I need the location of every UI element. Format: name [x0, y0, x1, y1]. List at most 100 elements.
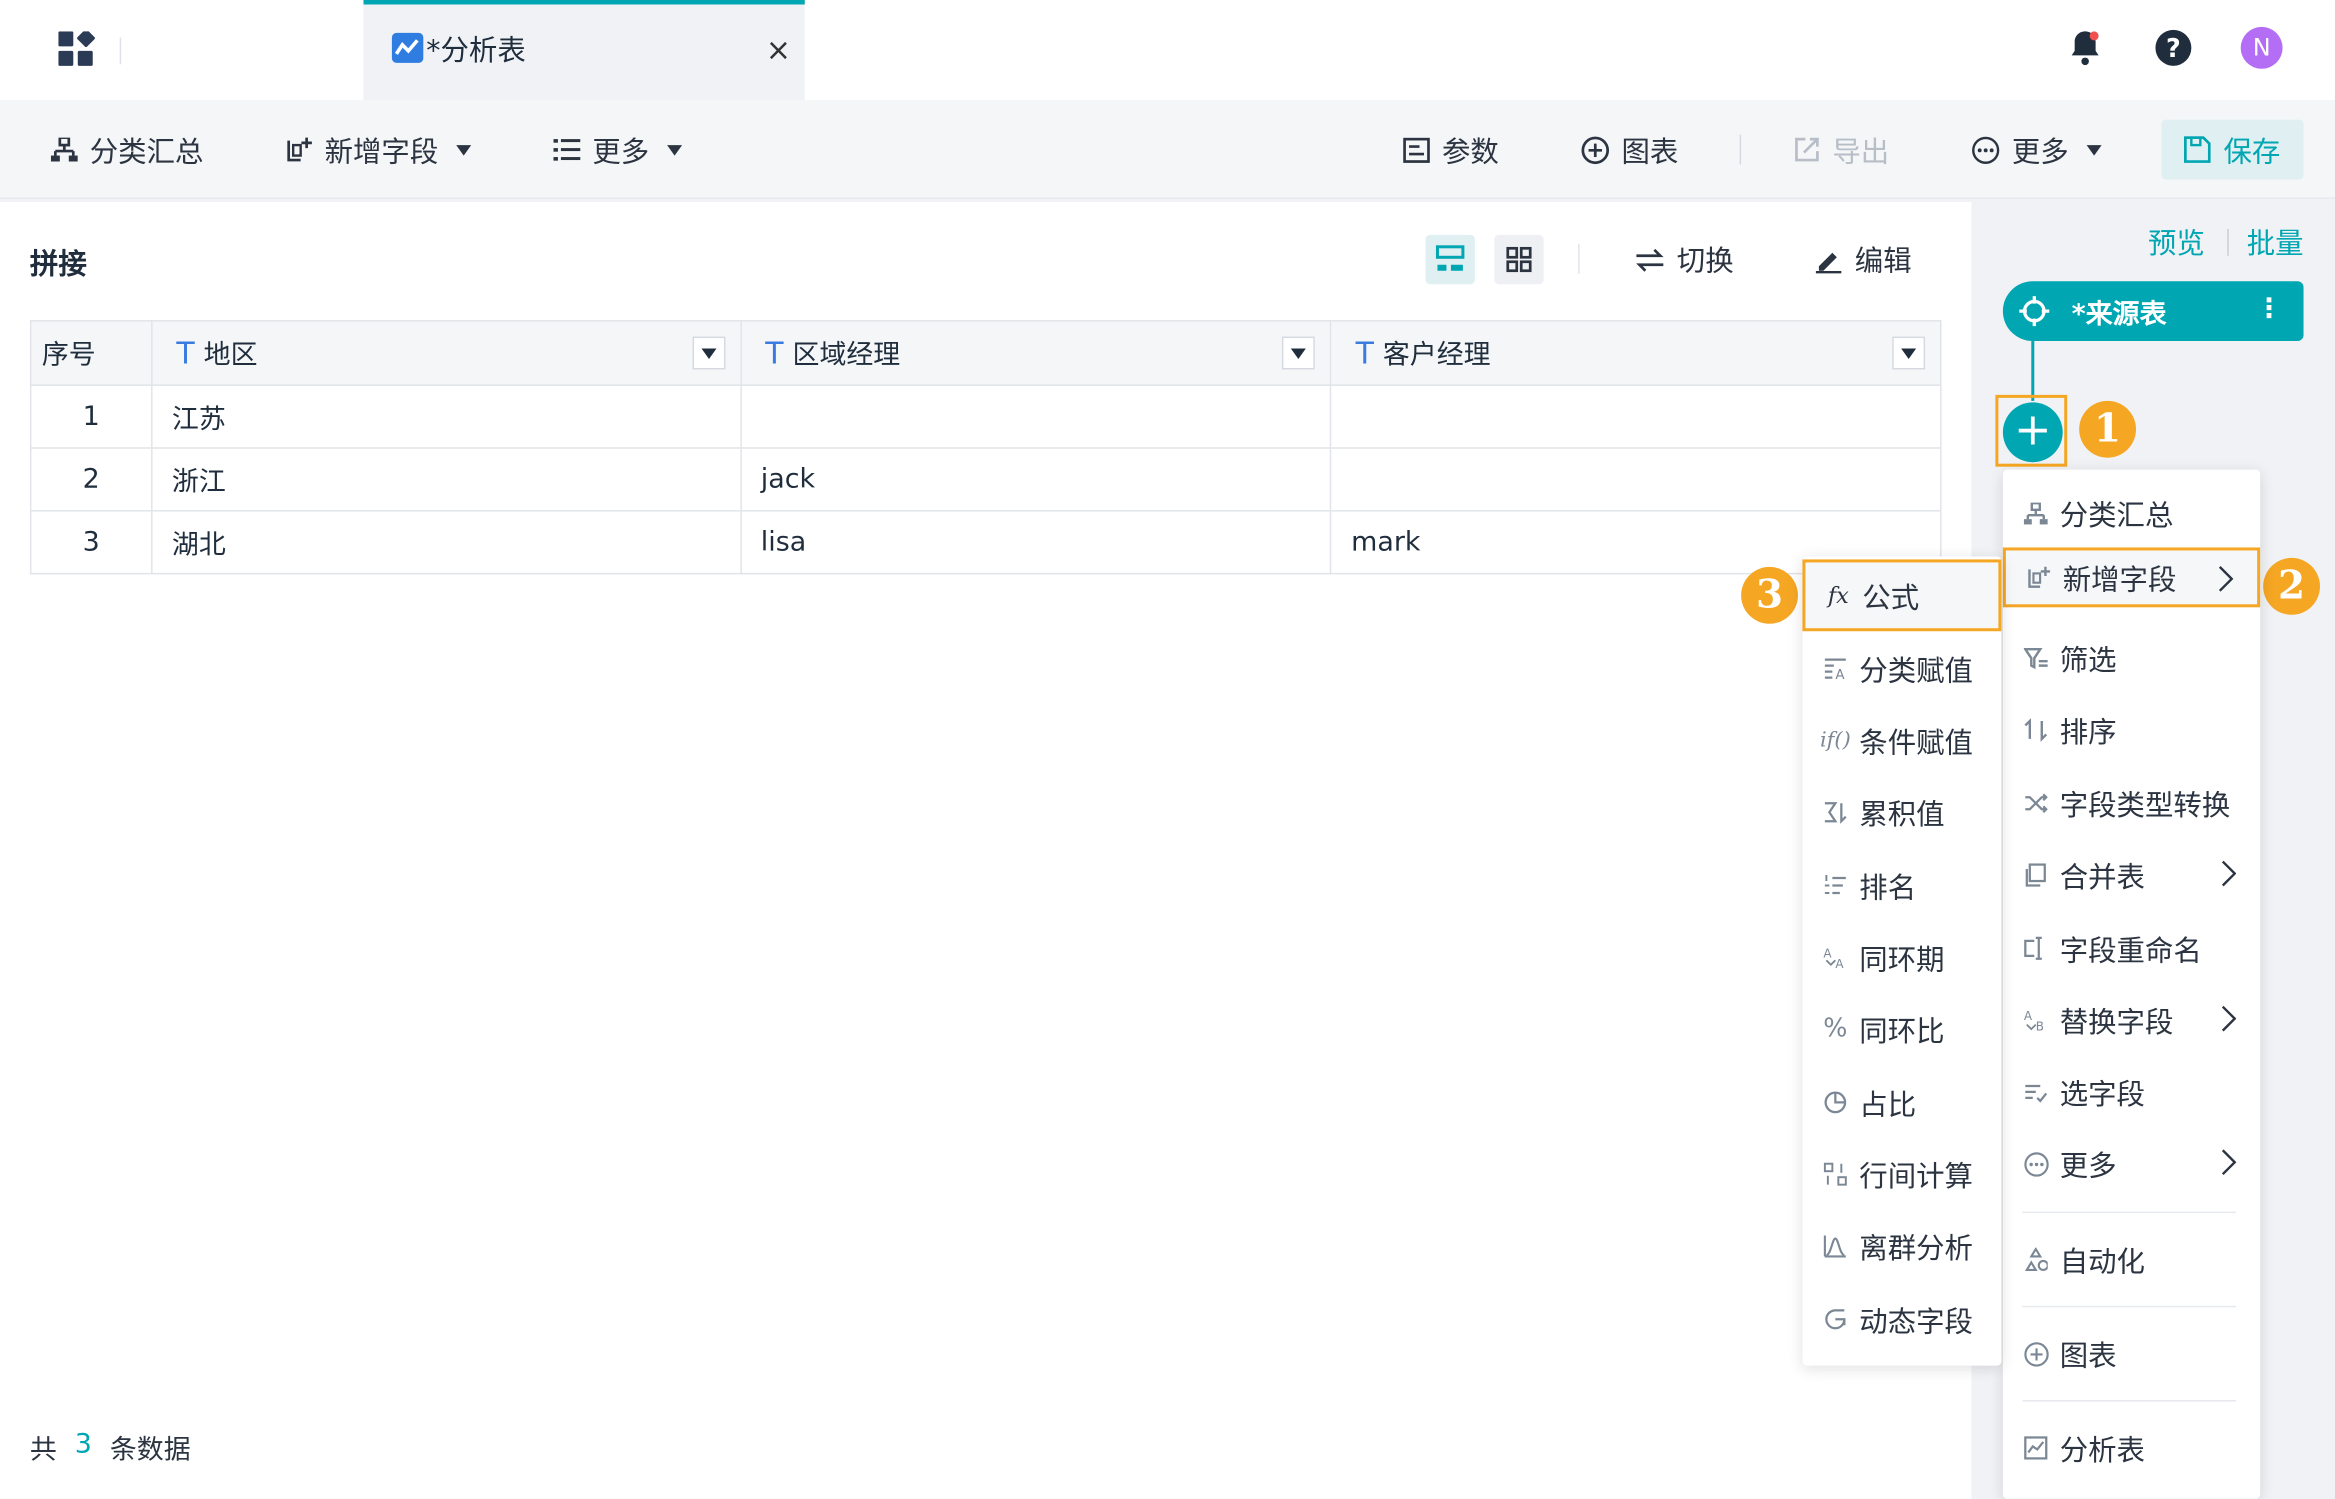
- chevron-right-icon: [2221, 1005, 2237, 1032]
- submenu-item-formula[interactable]: fx 公式: [1802, 559, 2002, 632]
- more-menu-button[interactable]: 更多: [553, 129, 683, 171]
- svg-text:A: A: [1835, 957, 1844, 969]
- caret-down-icon: [456, 144, 472, 155]
- menu-item-field-type-convert[interactable]: 字段类型转换: [2003, 773, 2260, 833]
- chevron-right-icon: [2221, 1149, 2237, 1176]
- table-cell: 3: [29, 510, 153, 575]
- menu-item-group-summary[interactable]: 分类汇总: [2003, 483, 2260, 543]
- outlier-icon: [1822, 1233, 1849, 1260]
- submenu-item-row-calc[interactable]: 行间计算: [1802, 1144, 2001, 1204]
- menu-item-replace-field[interactable]: AB 替换字段: [2003, 990, 2260, 1050]
- submenu-item-period-ratio[interactable]: % 同环比: [1802, 999, 2001, 1059]
- more-vertical-icon[interactable]: ⋮: [2256, 293, 2283, 324]
- submenu-item-dynamic-field[interactable]: 动态字段: [1802, 1289, 2001, 1349]
- bell-icon[interactable]: [2067, 28, 2103, 67]
- menu-divider: [2022, 1400, 2237, 1402]
- menu-item-chart[interactable]: 图表: [2003, 1324, 2260, 1384]
- column-dropdown-button[interactable]: [691, 336, 725, 370]
- line-chart-icon: [391, 32, 424, 63]
- submenu-item-condition-assign[interactable]: if() 条件赋值: [1802, 711, 2001, 771]
- menu-item-more[interactable]: 更多: [2003, 1134, 2260, 1194]
- submenu-item-proportion[interactable]: 占比: [1802, 1072, 2001, 1132]
- save-button[interactable]: 保存: [2161, 119, 2304, 180]
- svg-text:?: ?: [2166, 33, 2181, 63]
- menu-item-merge-table[interactable]: 合并表: [2003, 845, 2260, 905]
- table-cell: jack: [739, 447, 1332, 512]
- menu-item-filter[interactable]: 筛选: [2003, 628, 2260, 688]
- percent-icon: %: [1823, 1014, 1848, 1045]
- top-bar: [0, 0, 2335, 101]
- submenu-item-period[interactable]: AA 同环期: [1802, 927, 2001, 987]
- row-calc-icon: [1822, 1161, 1849, 1188]
- caret-down-icon: [1901, 347, 1917, 359]
- tab-title: *分析表: [426, 34, 526, 68]
- add-column-icon: [286, 136, 313, 163]
- preview-link[interactable]: 预览: [2148, 221, 2205, 261]
- help-icon[interactable]: ?: [2154, 28, 2193, 67]
- menu-divider: [2022, 1211, 2237, 1214]
- grid-view-icon: [1506, 246, 1532, 273]
- filter-icon: [2022, 645, 2049, 672]
- column-dropdown-button[interactable]: [1892, 336, 1926, 370]
- batch-link[interactable]: 批量: [2247, 221, 2304, 261]
- period-icon: AA: [1822, 944, 1849, 971]
- submenu-item-category-assign[interactable]: A 分类赋值: [1802, 639, 2001, 699]
- crosshair-icon: [2018, 295, 2051, 328]
- list-view-button[interactable]: [1425, 234, 1475, 285]
- rename-icon: [2022, 935, 2049, 962]
- column-header-customer-manager[interactable]: T 客户经理: [1330, 320, 1942, 386]
- step-badge-2: 2: [2263, 557, 2320, 615]
- source-table-node[interactable]: *来源表 ⋮: [2002, 281, 2304, 342]
- menu-item-sort[interactable]: 排序: [2003, 700, 2260, 760]
- grid-view-button[interactable]: [1494, 234, 1544, 285]
- table-cell: [739, 384, 1332, 449]
- analysis-chart-icon: [2022, 1434, 2049, 1461]
- formula-icon: fx: [1827, 581, 1849, 609]
- table-cell: lisa: [739, 510, 1332, 575]
- flow-connector: [2031, 341, 2035, 401]
- link-separator: [2227, 228, 2229, 256]
- menu-divider: [2022, 1305, 2237, 1308]
- automation-icon: [2022, 1246, 2049, 1273]
- menu-item-select-fields[interactable]: 选字段: [2003, 1062, 2260, 1122]
- chart-button[interactable]: 图表: [1581, 129, 1678, 171]
- table-row: 2 浙江 jack: [29, 447, 1942, 512]
- params-button[interactable]: 参数: [1403, 129, 1499, 171]
- apps-grid-icon[interactable]: [58, 31, 95, 68]
- menu-item-add-field[interactable]: 新增字段: [2002, 547, 2261, 608]
- more-actions-button[interactable]: 更多: [1971, 129, 2102, 171]
- close-icon[interactable]: ×: [766, 31, 791, 67]
- text-type-icon: T: [176, 335, 195, 371]
- menu-item-automation[interactable]: 自动化: [2003, 1230, 2260, 1290]
- submenu-item-outlier[interactable]: 离群分析: [1802, 1216, 2001, 1276]
- switch-button[interactable]: 切换: [1635, 239, 1734, 279]
- shuffle-icon: [2022, 790, 2049, 817]
- chevron-right-icon: [2221, 860, 2237, 887]
- menu-item-analysis-table[interactable]: 分析表: [2003, 1418, 2260, 1478]
- group-summary-button[interactable]: 分类汇总: [50, 129, 203, 171]
- row-count: 共 3 条数据: [29, 1428, 191, 1466]
- add-field-button[interactable]: 新增字段: [286, 129, 472, 171]
- submenu-item-cumulative[interactable]: 累积值: [1802, 782, 2001, 842]
- submenu-item-rank[interactable]: 排名: [1802, 856, 2001, 916]
- pen-icon: [1814, 246, 1842, 273]
- pie-icon: [1822, 1089, 1849, 1116]
- add-field-submenu: fx 公式 A 分类赋值 if() 条件赋值 累积值 排名 AA 同环期 % 同…: [1802, 556, 2002, 1366]
- svg-text:A: A: [2024, 1009, 2033, 1023]
- caret-down-icon: [700, 347, 716, 359]
- more-circle-icon: [1971, 135, 2000, 164]
- tab-separator: [119, 37, 122, 65]
- export-icon: [1793, 136, 1820, 163]
- export-button[interactable]: 导出: [1793, 129, 1889, 171]
- sort-icon: [2022, 716, 2049, 743]
- add-step-button[interactable]: +: [2002, 402, 2063, 463]
- column-header-region[interactable]: T 地区: [150, 320, 742, 386]
- edit-button[interactable]: 编辑: [1814, 239, 1912, 279]
- chevron-right-icon: [2218, 565, 2234, 592]
- category-assign-icon: A: [1822, 655, 1849, 682]
- menu-item-rename-field[interactable]: 字段重命名: [2003, 918, 2260, 978]
- avatar[interactable]: N: [2240, 26, 2283, 69]
- hierarchy-icon: [2022, 500, 2049, 527]
- column-dropdown-button[interactable]: [1282, 336, 1316, 370]
- column-header-region-manager[interactable]: T 区域经理: [739, 320, 1332, 386]
